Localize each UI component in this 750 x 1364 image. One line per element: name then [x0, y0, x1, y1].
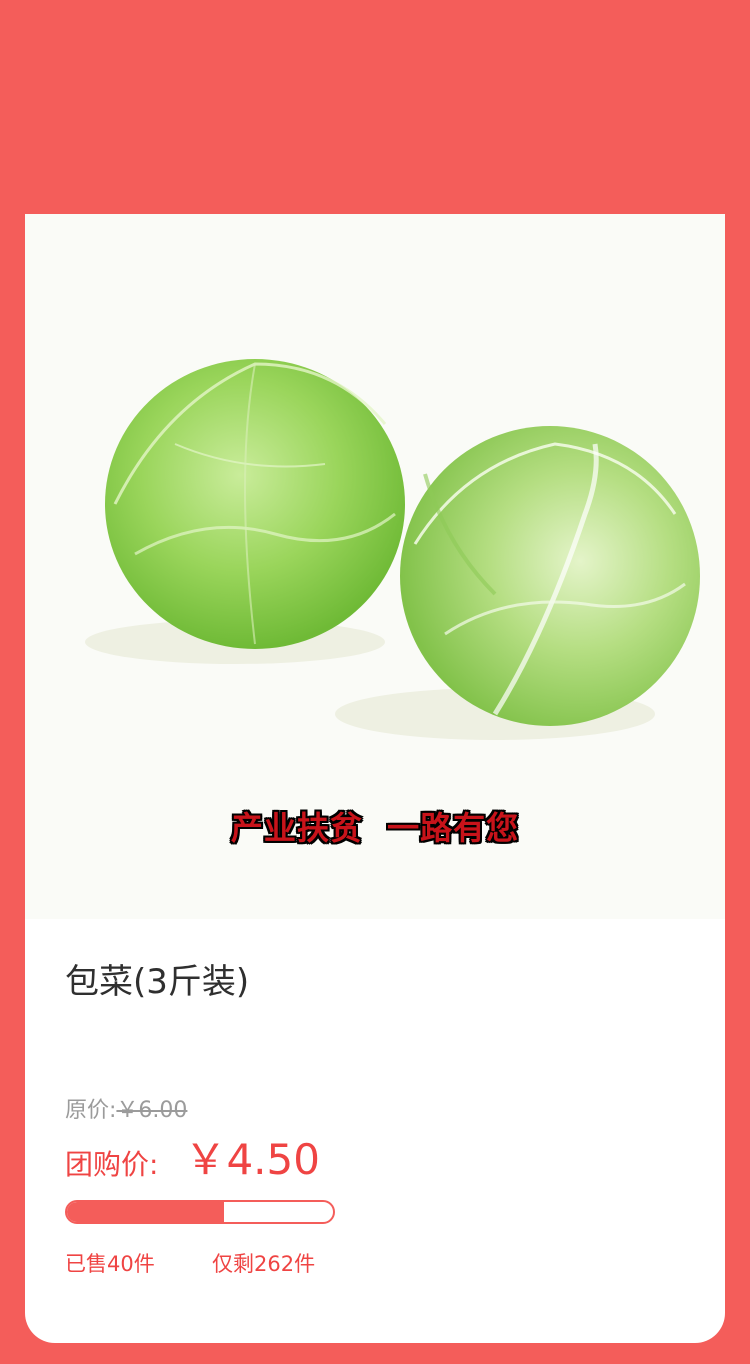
- sales-progress-fill: [67, 1202, 224, 1222]
- product-title: 包菜(3斤装): [65, 962, 250, 1002]
- product-image: 产业扶贫 一路有您: [25, 214, 725, 919]
- original-price-value: ￥6.00: [116, 1098, 188, 1123]
- original-price-label: 原价:: [65, 1098, 117, 1123]
- sold-count: 已售40件: [65, 1252, 155, 1276]
- group-price: 团购价: ￥4.50: [65, 1126, 320, 1187]
- image-slogan: 产业扶贫 一路有您: [230, 809, 520, 847]
- remaining-count: 仅剩262件: [212, 1252, 316, 1276]
- group-price-value: ￥4.50: [184, 1135, 320, 1184]
- sales-progress-bar: [65, 1200, 335, 1224]
- group-price-label: 团购价:: [65, 1148, 159, 1181]
- cabbage-right: [400, 426, 700, 726]
- cabbage-left: [105, 359, 405, 649]
- product-card[interactable]: 产业扶贫 一路有您 包菜(3斤装) 原价:￥6.00 团购价: ￥4.50 已售…: [25, 214, 725, 1343]
- original-price: 原价:￥6.00: [65, 1092, 187, 1124]
